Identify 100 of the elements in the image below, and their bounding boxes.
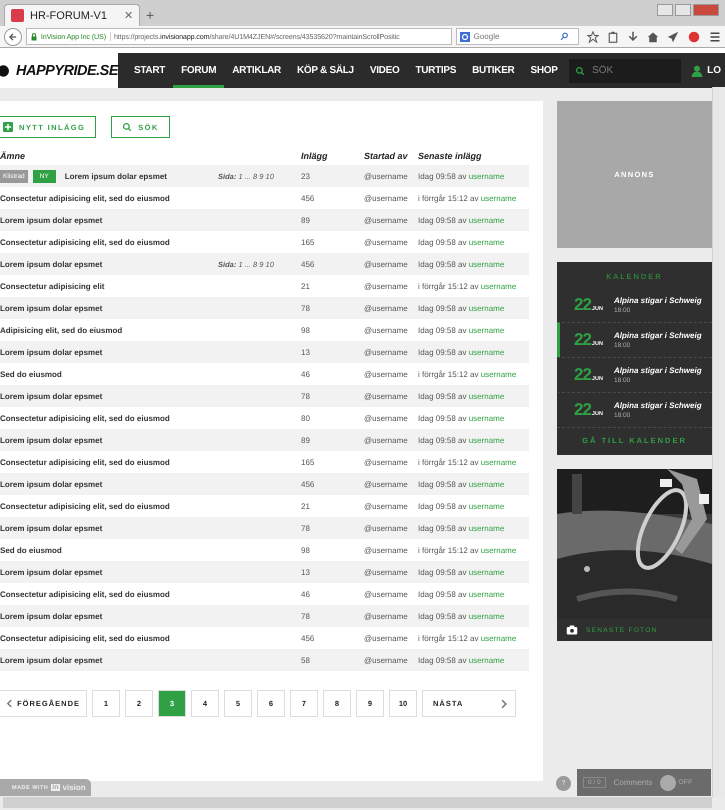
starter-name: @username <box>364 568 409 576</box>
table-row[interactable]: Lorem ipsum dolar epsmet 89 @username Idag 09:58 av username <box>0 209 529 231</box>
back-button[interactable] <box>4 28 22 46</box>
topic-title[interactable]: Adipisicing elit, sed do eiusmod <box>0 326 122 334</box>
minimize-button[interactable] <box>657 4 673 16</box>
nav-link[interactable]: BUTIKER <box>464 53 522 88</box>
starter-name: @username <box>364 458 409 466</box>
event-title: Alpina stigar i Schweig <box>614 401 702 410</box>
nav-link[interactable]: KÖP & SÄLJ <box>288 53 362 88</box>
post-count: 80 <box>301 414 311 422</box>
latest-post: Idag 09:58 av username <box>418 304 506 312</box>
post-count: 456 <box>301 634 316 642</box>
post-count: 456 <box>301 480 316 488</box>
starter-name: @username <box>364 480 409 488</box>
topic-title[interactable]: Consectetur adipisicing elit, sed do eiusmod <box>0 502 170 510</box>
topic-title[interactable]: Lorem ipsum dolar epsmet <box>64 172 167 180</box>
plus-icon <box>3 122 13 132</box>
topic-title[interactable]: Lorem ipsum dolar epsmet <box>0 304 102 312</box>
latest-post: Idag 09:58 av username <box>418 260 506 268</box>
table-row[interactable]: Lorem ipsum dolar epsmet 78 @username Idag 09:58 av username <box>0 605 529 627</box>
column-header: Senaste inlägg <box>418 151 483 161</box>
menu-icon <box>709 30 721 42</box>
post-count: 58 <box>301 656 311 664</box>
nav-link[interactable]: VIDEO <box>362 53 408 88</box>
table-row[interactable]: Lorem ipsum dolar epsmet 78 @username Idag 09:58 av username <box>0 385 529 407</box>
latest-post: Idag 09:58 av username <box>418 238 506 246</box>
topic-title[interactable]: Lorem ipsum dolar epsmet <box>0 524 102 532</box>
chevron-right-icon <box>499 698 509 708</box>
login-link[interactable]: LO <box>691 53 725 88</box>
topic-title[interactable]: Lorem ipsum dolar epsmet <box>0 436 102 444</box>
topic-title[interactable]: Consectetur adipisicing elit, sed do eiusmod <box>0 194 170 202</box>
search-icon <box>575 66 586 76</box>
post-count: 165 <box>301 458 316 466</box>
table-row[interactable]: Lorem ipsum dolar epsmet 58 @username Idag 09:58 av username <box>0 649 529 671</box>
post-count: 456 <box>301 194 316 202</box>
star-icon <box>587 30 599 42</box>
nav-link[interactable]: START <box>126 53 174 88</box>
starter-name: @username <box>364 348 409 356</box>
new-tab-button[interactable]: + <box>146 7 154 26</box>
topic-title[interactable]: Sed do eiusmod <box>0 370 62 378</box>
topic-title[interactable]: Lorem ipsum dolar epsmet <box>0 348 102 356</box>
table-row[interactable]: Lorem ipsum dolar epsmet 78 @username Idag 09:58 av username <box>0 517 529 539</box>
horizontal-scrollbar[interactable] <box>3 797 712 808</box>
maximize-button[interactable] <box>675 4 691 16</box>
topic-title[interactable]: Sed do eiusmod <box>0 546 62 554</box>
nav-link[interactable]: ARTIKLAR <box>224 53 289 88</box>
nav-link[interactable]: SHOP <box>522 53 566 88</box>
latest-post: Idag 09:58 av username <box>418 524 506 532</box>
latest-post: Idag 09:58 av username <box>418 590 506 598</box>
back-arrow-icon <box>8 32 18 42</box>
topic-title[interactable]: Consectetur adipisicing elit, sed do eiusmod <box>0 634 170 642</box>
latest-post: Idag 09:58 av username <box>418 502 506 510</box>
site-search-field[interactable]: SÖK <box>569 58 682 82</box>
user-icon <box>691 64 704 76</box>
close-icon[interactable]: ✕ <box>124 9 133 22</box>
browser-search-field[interactable]: Google <box>456 28 579 45</box>
starter-name: @username <box>364 612 409 620</box>
latest-post: Idag 09:58 av username <box>418 172 506 180</box>
latest-post: Idag 09:58 av username <box>418 436 506 444</box>
starter-name: @username <box>364 172 409 180</box>
table-row[interactable]: Lorem ipsum dolar epsmet 13 @username Idag 09:58 av username <box>0 341 529 363</box>
starter-name: @username <box>364 326 409 334</box>
latest-post: Idag 09:58 av username <box>418 656 506 664</box>
nav-link[interactable]: TURTIPS <box>407 53 464 88</box>
post-count: 23 <box>301 172 311 180</box>
latest-post: i förrgår 15:12 av username <box>418 194 518 202</box>
post-count: 78 <box>301 524 311 532</box>
starter-name: @username <box>364 282 409 290</box>
camera-icon <box>566 624 578 636</box>
topic-title[interactable]: Consectetur adipisicing elit, sed do eiusmod <box>0 238 170 246</box>
latest-post: i förrgår 15:12 av username <box>418 634 518 642</box>
topic-title[interactable]: Consectetur adipisicing elit, sed do eiusmod <box>0 458 170 466</box>
post-count: 13 <box>301 348 311 356</box>
search-input[interactable]: Google <box>474 32 556 41</box>
table-row[interactable]: Lorem ipsum dolar epsmet 13 @username Idag 09:58 av username <box>0 561 529 583</box>
topic-title[interactable]: Consectetur adipisicing elit, sed do eiusmod <box>0 590 170 598</box>
browser-tab[interactable]: HR-FORUM-V1 ✕ <box>4 4 140 26</box>
topic-title[interactable]: Lorem ipsum dolar epsmet <box>0 260 102 268</box>
vertical-scrollbar[interactable] <box>712 87 725 797</box>
topic-title[interactable]: Consectetur adipisicing elit <box>0 282 104 290</box>
topic-title[interactable]: Lorem ipsum dolar epsmet <box>0 568 102 576</box>
table-row[interactable]: Lorem ipsum dolar epsmet 78 @username Idag 09:58 av username <box>0 297 529 319</box>
topic-title[interactable]: Lorem ipsum dolar epsmet <box>0 392 102 400</box>
table-row[interactable]: Lorem ipsum dolar epsmet 89 @username Idag 09:58 av username <box>0 429 529 451</box>
close-button[interactable] <box>693 4 719 16</box>
starter-name: @username <box>364 634 409 642</box>
starter-name: @username <box>364 260 409 268</box>
event-title: Alpina stigar i Schweig <box>614 331 702 340</box>
topic-title[interactable]: Lorem ipsum dolar epsmet <box>0 612 102 620</box>
topic-title[interactable]: Lorem ipsum dolar epsmet <box>0 656 102 664</box>
topic-title[interactable]: Lorem ipsum dolar epsmet <box>0 480 102 488</box>
event-day: 22 <box>574 331 591 349</box>
post-count: 89 <box>301 436 311 444</box>
event-title: Alpina stigar i Schweig <box>614 366 702 375</box>
search-input[interactable]: SÖK <box>590 64 670 77</box>
post-count: 98 <box>301 326 311 334</box>
table-row[interactable]: Lorem ipsum dolar epsmet 456 @username Idag 09:58 av username <box>0 473 529 495</box>
topic-title[interactable]: Lorem ipsum dolar epsmet <box>0 216 102 224</box>
starter-name: @username <box>364 370 409 378</box>
topic-title[interactable]: Consectetur adipisicing elit, sed do eiusmod <box>0 414 170 422</box>
